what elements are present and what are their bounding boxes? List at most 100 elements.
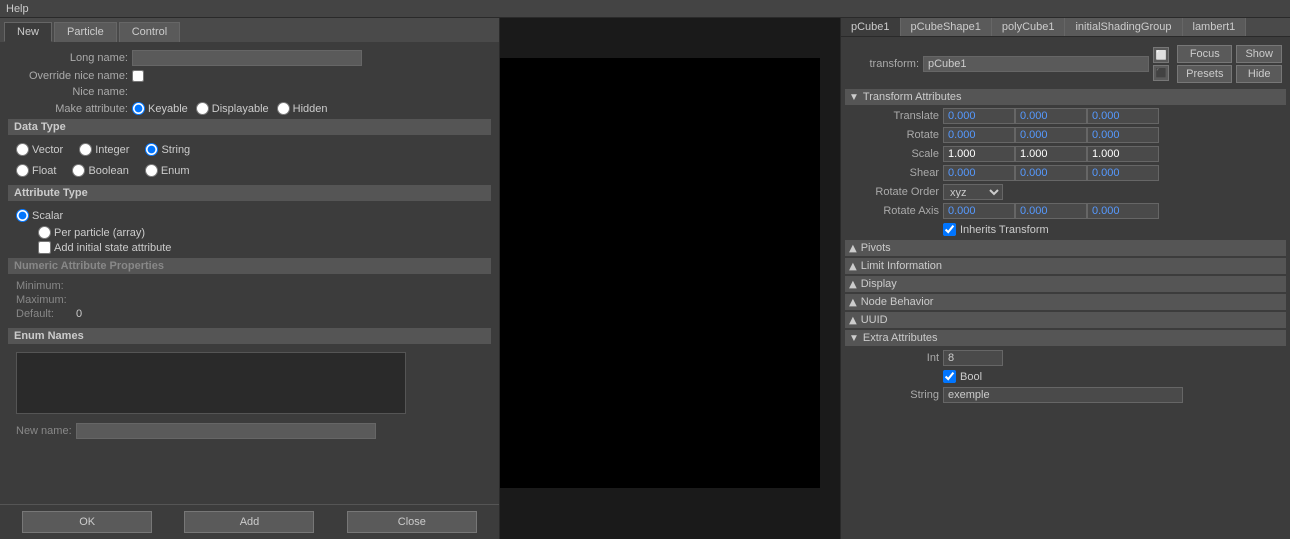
attribute-type-group: Scalar: [8, 205, 491, 226]
form-area: Long name: Override nice name: Nice name…: [0, 42, 499, 504]
rotate-axis-z[interactable]: [1087, 203, 1159, 219]
rotate-order-select[interactable]: xyz yzx zxy xzy yxz zyx: [943, 184, 1003, 200]
default-row: Default: 0: [16, 308, 483, 320]
transform-value-input[interactable]: [923, 56, 1149, 72]
inherits-transform-checkbox[interactable]: [943, 223, 956, 236]
bool-attr-row: Bool: [845, 368, 1286, 385]
node-tab-initialshadinggroup[interactable]: initialShadingGroup: [1065, 18, 1182, 36]
displayable-radio[interactable]: [196, 102, 209, 115]
vector-radio[interactable]: [16, 143, 29, 156]
displayable-radio-item[interactable]: Displayable: [196, 102, 269, 115]
per-particle-radio[interactable]: [38, 226, 51, 239]
long-name-input[interactable]: [132, 50, 362, 66]
rotate-y[interactable]: [1015, 127, 1087, 143]
enum-radio[interactable]: [145, 164, 158, 177]
per-particle-label: Per particle (array): [54, 227, 145, 239]
close-button[interactable]: Close: [347, 511, 477, 533]
float-radio[interactable]: [16, 164, 29, 177]
icon-expand[interactable]: ⬜: [1153, 47, 1169, 63]
rotate-row: Rotate: [845, 126, 1286, 144]
integer-label: Integer: [95, 144, 129, 156]
extra-attrs-arrow-icon: ▼: [849, 333, 859, 344]
hide-button[interactable]: Hide: [1236, 65, 1282, 83]
rotate-z[interactable]: [1087, 127, 1159, 143]
ok-button[interactable]: OK: [22, 511, 152, 533]
shear-x[interactable]: [943, 165, 1015, 181]
tab-particle[interactable]: Particle: [54, 22, 117, 42]
string-radio-item[interactable]: String: [145, 143, 190, 156]
new-name-row: New name:: [8, 421, 491, 441]
keyable-radio-item[interactable]: Keyable: [132, 102, 188, 115]
transform-attributes-label: Transform Attributes: [863, 91, 962, 103]
displayable-label: Displayable: [212, 103, 269, 115]
node-tab-pcubeshape1[interactable]: pCubeShape1: [901, 18, 992, 36]
hidden-radio[interactable]: [277, 102, 290, 115]
shear-y[interactable]: [1015, 165, 1087, 181]
scale-y[interactable]: [1015, 146, 1087, 162]
string-attr-input[interactable]: [943, 387, 1183, 403]
boolean-radio[interactable]: [72, 164, 85, 177]
display-label: Display: [861, 278, 897, 290]
rotate-axis-x[interactable]: [943, 203, 1015, 219]
add-initial-checkbox[interactable]: [38, 241, 51, 254]
translate-y[interactable]: [1015, 108, 1087, 124]
translate-x[interactable]: [943, 108, 1015, 124]
int-attr-input[interactable]: [943, 350, 1003, 366]
numeric-section: Numeric Attribute Properties: [8, 258, 491, 274]
attribute-type-section: Attribute Type: [8, 185, 491, 201]
vector-radio-item[interactable]: Vector: [16, 143, 63, 156]
node-tab-pcube1[interactable]: pCube1: [841, 18, 901, 36]
rotate-axis-row: Rotate Axis: [845, 202, 1286, 220]
focus-button[interactable]: Focus: [1177, 45, 1232, 63]
pivots-section-header[interactable]: ▶ Pivots: [845, 240, 1286, 256]
long-name-label: Long name:: [8, 52, 128, 64]
minimum-row: Minimum:: [16, 280, 483, 292]
new-name-input[interactable]: [76, 423, 376, 439]
node-tab-polycube1[interactable]: polyCube1: [992, 18, 1066, 36]
bool-attr-checkbox[interactable]: [943, 370, 956, 383]
help-menu[interactable]: Help: [6, 3, 29, 15]
hidden-radio-item[interactable]: Hidden: [277, 102, 328, 115]
keyable-radio[interactable]: [132, 102, 145, 115]
rotate-axis-y[interactable]: [1015, 203, 1087, 219]
enum-names-textarea[interactable]: [16, 352, 406, 414]
float-radio-item[interactable]: Float: [16, 164, 56, 177]
node-behavior-section-header[interactable]: ▶ Node Behavior: [845, 294, 1286, 310]
bool-attr-text-label: Bool: [960, 371, 982, 383]
shear-z[interactable]: [1087, 165, 1159, 181]
boolean-radio-item[interactable]: Boolean: [72, 164, 128, 177]
scale-x[interactable]: [943, 146, 1015, 162]
transform-attributes-header[interactable]: ▼ Transform Attributes: [845, 89, 1286, 105]
presets-button[interactable]: Presets: [1177, 65, 1232, 83]
transform-arrow-icon: ▼: [849, 92, 859, 103]
add-button[interactable]: Add: [184, 511, 314, 533]
scalar-radio[interactable]: [16, 209, 29, 222]
override-nice-name-row: Override nice name:: [8, 70, 491, 82]
hidden-label: Hidden: [293, 103, 328, 115]
tab-control[interactable]: Control: [119, 22, 180, 42]
integer-radio-item[interactable]: Integer: [79, 143, 129, 156]
node-tab-lambert1[interactable]: lambert1: [1183, 18, 1247, 36]
per-particle-radio-item[interactable]: Per particle (array): [38, 226, 491, 239]
rotate-order-label: Rotate Order: [849, 186, 939, 198]
string-radio[interactable]: [145, 143, 158, 156]
float-label: Float: [32, 165, 56, 177]
new-name-label: New name:: [16, 425, 76, 437]
enum-radio-item[interactable]: Enum: [145, 164, 190, 177]
scale-z[interactable]: [1087, 146, 1159, 162]
limit-info-section-header[interactable]: ▶ Limit Information: [845, 258, 1286, 274]
tab-new[interactable]: New: [4, 22, 52, 42]
override-nice-name-checkbox[interactable]: [132, 70, 144, 82]
translate-z[interactable]: [1087, 108, 1159, 124]
display-section-header[interactable]: ▶ Display: [845, 276, 1286, 292]
viewport-main[interactable]: [500, 58, 820, 488]
integer-radio[interactable]: [79, 143, 92, 156]
extra-attributes-section-header[interactable]: ▼ Extra Attributes: [845, 330, 1286, 346]
uuid-section-header[interactable]: ▶ UUID: [845, 312, 1286, 328]
icon-contract[interactable]: ⬛: [1153, 65, 1169, 81]
scalar-radio-item[interactable]: Scalar: [16, 209, 63, 222]
show-button[interactable]: Show: [1236, 45, 1282, 63]
rotate-x[interactable]: [943, 127, 1015, 143]
make-attribute-label: Make attribute:: [8, 103, 128, 115]
add-initial-checkbox-item[interactable]: Add initial state attribute: [38, 241, 491, 254]
